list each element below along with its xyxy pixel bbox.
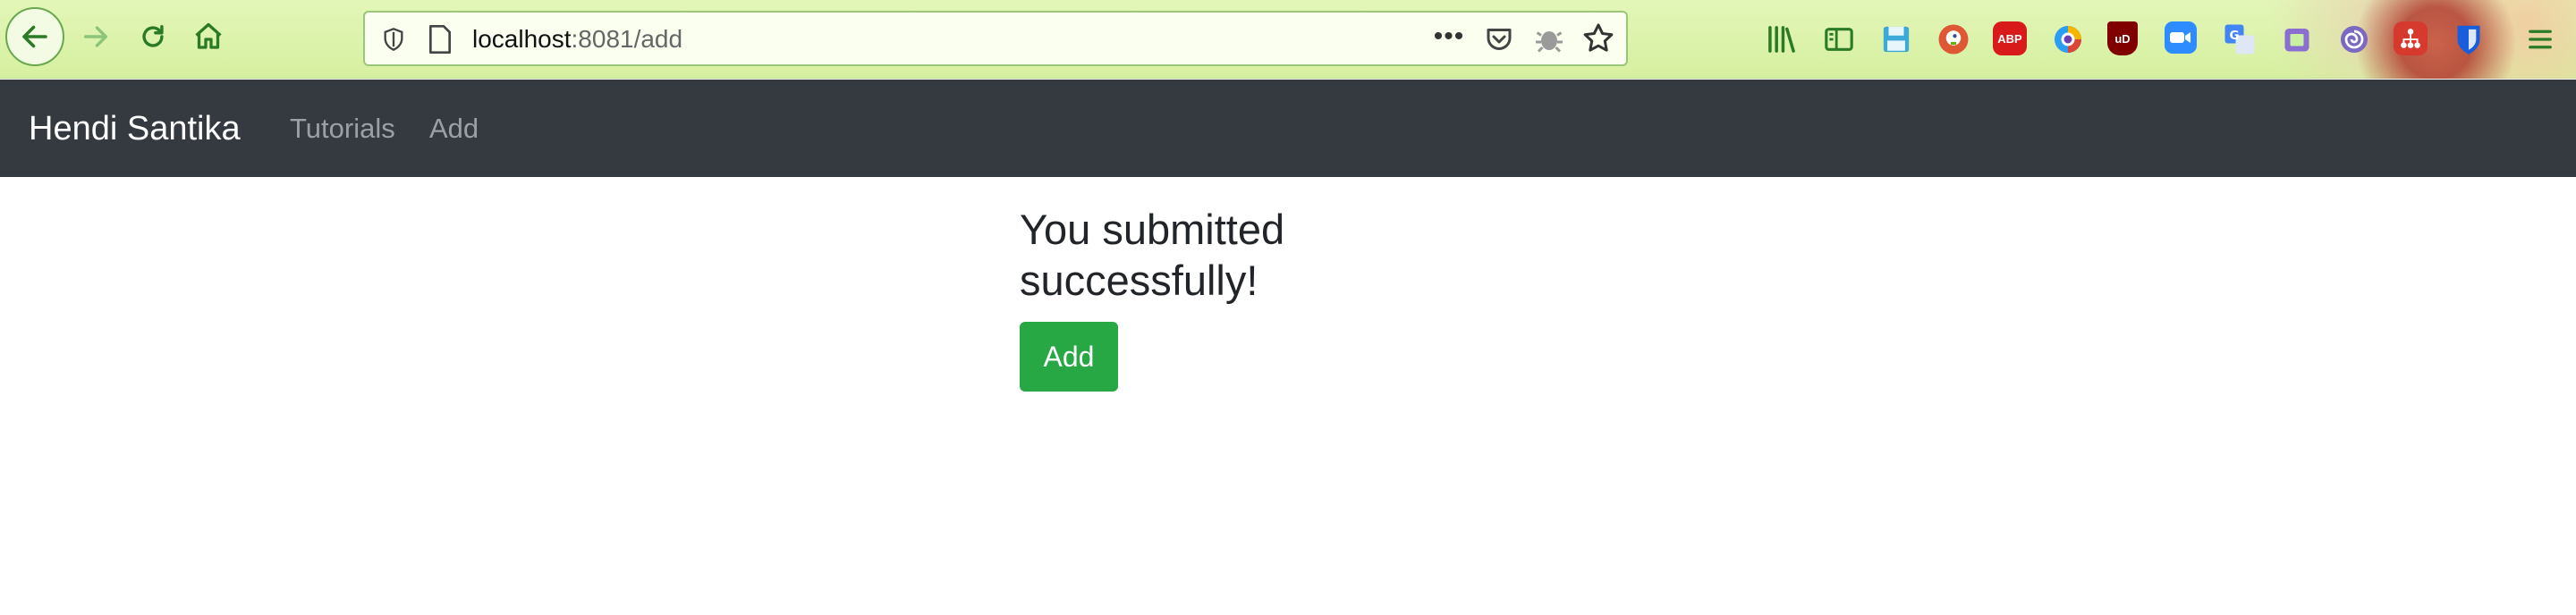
reload-icon[interactable] — [131, 14, 175, 59]
sitemap-icon[interactable] — [2394, 21, 2428, 55]
bookmark-star-icon[interactable] — [1581, 21, 1617, 57]
nav-link-tutorials[interactable]: Tutorials — [290, 110, 395, 147]
pocket-icon[interactable] — [1483, 23, 1515, 55]
duckduckgo-icon[interactable] — [1936, 21, 1971, 57]
save-icon[interactable] — [1878, 21, 1914, 57]
ublock-origin-icon[interactable]: uD — [2107, 21, 2138, 55]
forward-arrow-icon[interactable] — [73, 14, 118, 59]
add-button[interactable]: Add — [1020, 322, 1118, 392]
url-bar[interactable]: localhost:8081/add ••• — [363, 11, 1628, 66]
submit-success-panel: You submitted successfully! Add — [1020, 204, 1556, 392]
back-arrow-icon[interactable] — [5, 7, 64, 66]
svg-text:G: G — [2229, 29, 2239, 43]
menu-icon[interactable] — [2522, 21, 2558, 57]
library-icon[interactable] — [1764, 21, 1800, 57]
zoom-icon[interactable] — [2165, 21, 2197, 54]
page-icon[interactable] — [428, 25, 454, 54]
adblock-plus-icon[interactable]: ABP — [1993, 21, 2027, 55]
url-host: localhost — [472, 25, 572, 53]
browser-toolbar: localhost:8081/add ••• ABP uD G — [0, 0, 2576, 79]
translate-icon[interactable]: G — [2222, 21, 2258, 57]
app-navbar: Hendi Santika Tutorials Add — [0, 80, 2576, 177]
bug-icon[interactable] — [1533, 23, 1565, 55]
extension-puzzle-icon[interactable] — [2279, 21, 2315, 57]
url-text[interactable]: localhost:8081/add — [472, 23, 682, 55]
sidebar-icon[interactable] — [1821, 21, 1857, 57]
adblock-plus-label: ABP — [1997, 31, 2022, 46]
spiral-extension-icon[interactable] — [2336, 21, 2372, 57]
page-actions-more-button[interactable]: ••• — [1429, 23, 1469, 55]
nav-link-add[interactable]: Add — [429, 110, 479, 147]
success-message: You submitted successfully! — [1020, 206, 1285, 304]
bitwarden-icon[interactable] — [2451, 21, 2487, 57]
ublock-origin-label: uD — [2114, 31, 2131, 46]
toolbar-wallpaper — [2075, 0, 2576, 79]
home-icon[interactable] — [186, 14, 231, 59]
color-picker-icon[interactable] — [2050, 21, 2086, 57]
navbar-brand[interactable]: Hendi Santika — [29, 106, 241, 151]
url-path: :8081/add — [571, 25, 683, 53]
tracking-shield-icon[interactable] — [381, 27, 406, 52]
